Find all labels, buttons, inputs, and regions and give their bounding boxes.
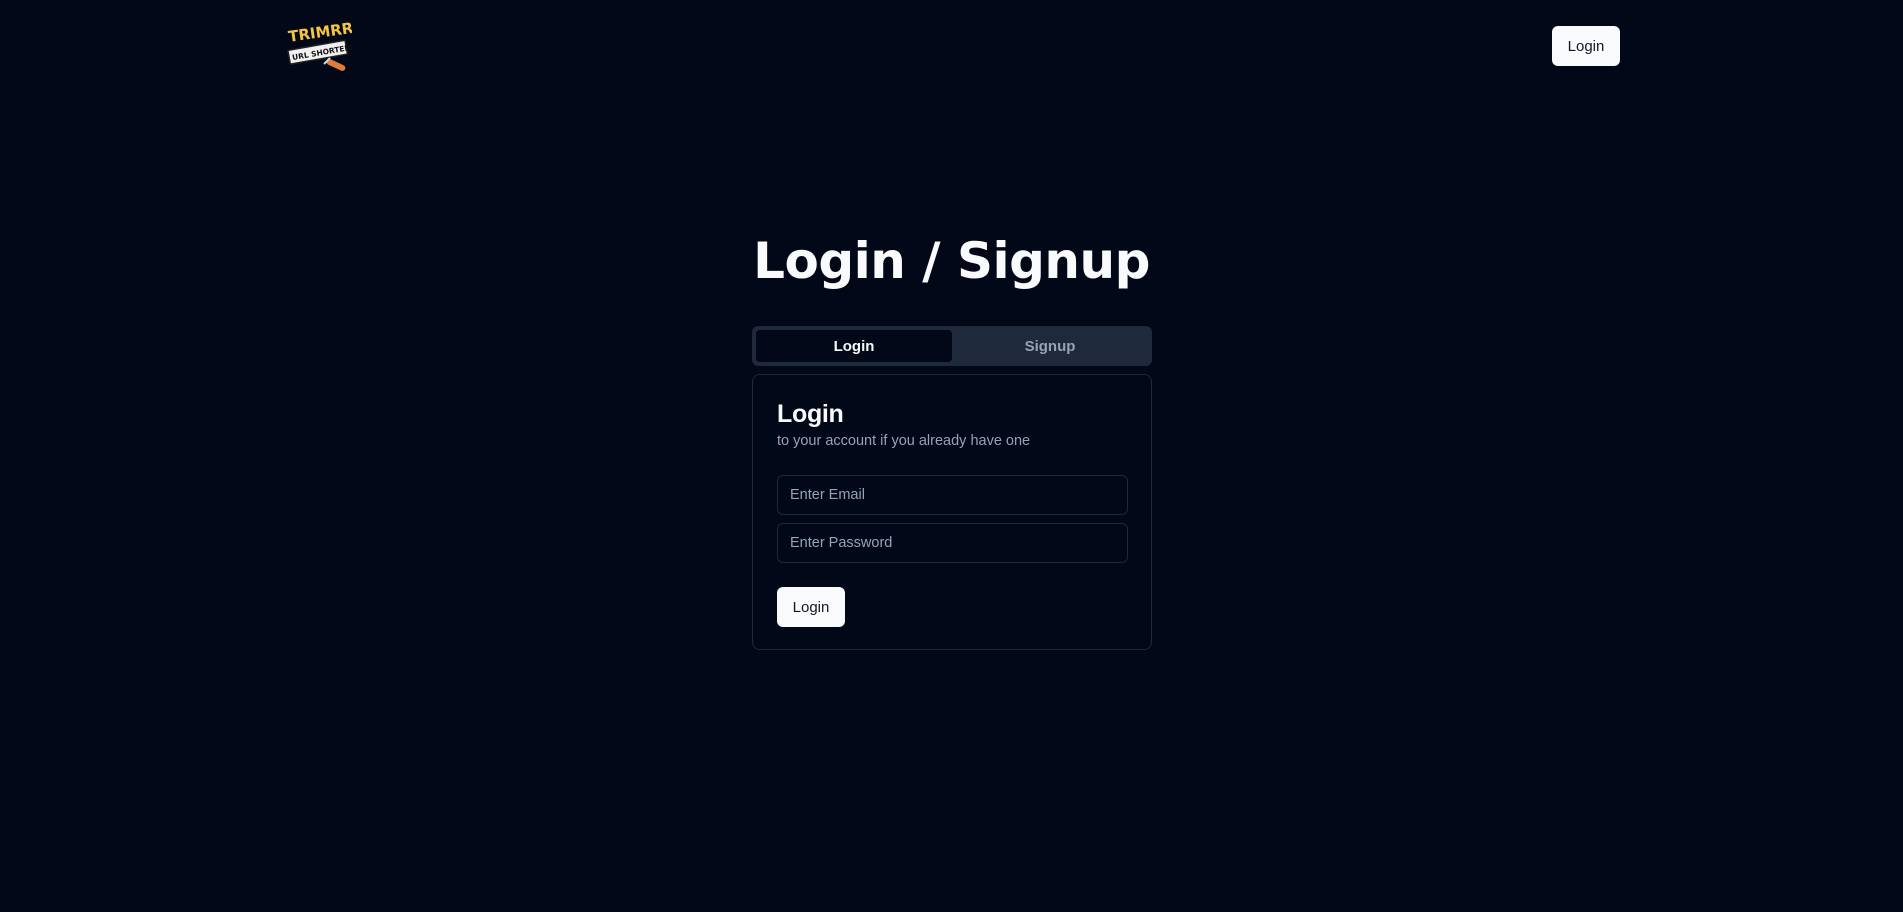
login-submit-button[interactable]: Login [777, 587, 845, 627]
trimrr-logo[interactable]: TRIMRR URL SHORTENER [286, 18, 362, 74]
card-title: Login [777, 400, 844, 428]
page-title: Login / Signup [753, 232, 1150, 290]
logo-image: TRIMRR URL SHORTENER [287, 19, 362, 71]
email-input[interactable] [777, 475, 1128, 515]
card-subtitle: to your account if you already have one [777, 433, 1031, 449]
login-card: Login to your account if you already hav… [752, 374, 1152, 650]
site-header: TRIMRR URL SHORTENER Login [0, 0, 1903, 92]
header-login-button[interactable]: Login [1552, 26, 1620, 66]
tab-signup[interactable]: Signup [952, 330, 1148, 362]
auth-tabs: Login Signup [752, 326, 1152, 366]
tab-login[interactable]: Login [756, 330, 952, 362]
password-input[interactable] [777, 523, 1128, 563]
